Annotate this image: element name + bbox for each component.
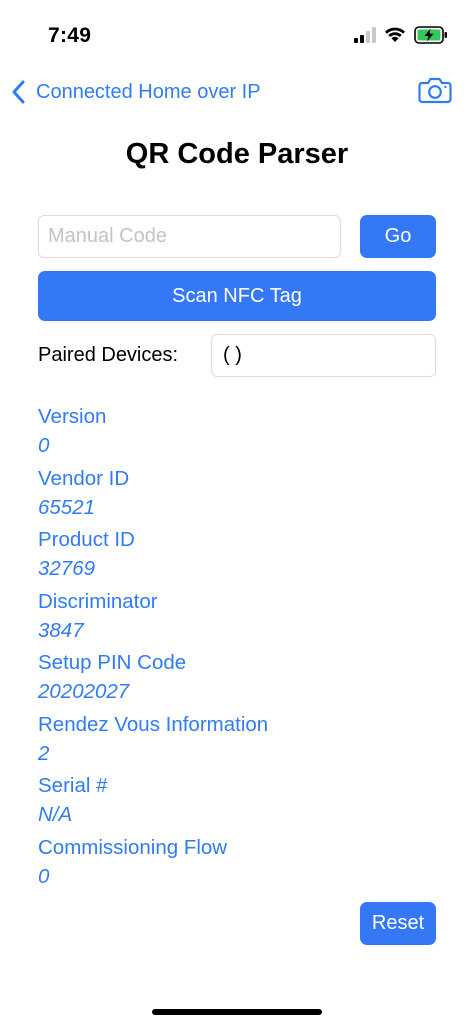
info-value: 0 xyxy=(38,434,50,457)
info-item-product-id: Product ID 32769 xyxy=(38,525,438,587)
wifi-icon xyxy=(385,27,405,42)
info-value: 32769 xyxy=(38,557,96,580)
info-label: Rendez Vous Information xyxy=(38,712,269,736)
camera-button[interactable] xyxy=(418,76,452,109)
info-item-commissioning-flow: Commissioning Flow 0 xyxy=(38,833,438,895)
go-button[interactable]: Go xyxy=(360,215,436,258)
status-icons xyxy=(354,26,450,47)
scan-nfc-button[interactable]: Scan NFC Tag xyxy=(38,271,436,321)
info-label: Product ID xyxy=(38,528,135,551)
info-item-vendor-id: Vendor ID 65521 xyxy=(38,464,438,526)
info-item-discriminator: Discriminator 3847 xyxy=(38,587,438,649)
page-title: QR Code Parser xyxy=(125,138,349,170)
paired-devices-field[interactable]: ( ) xyxy=(211,334,436,377)
status-time: 7:49 xyxy=(48,24,92,47)
info-value: N/A xyxy=(38,803,73,826)
info-list: Version 0 Vendor ID 65521 Product ID 327… xyxy=(38,402,438,894)
info-value: 20202027 xyxy=(38,680,130,703)
back-button-label: Connected Home over IP xyxy=(36,80,261,103)
info-item-setup-pin-code: Setup PIN Code 20202027 xyxy=(38,648,438,710)
info-value: 65521 xyxy=(38,495,96,519)
reset-button[interactable]: Reset xyxy=(360,902,436,945)
info-label: Version xyxy=(38,405,107,428)
camera-icon xyxy=(418,77,452,104)
info-item-rendez-vous-information: Rendez Vous Information 2 xyxy=(38,710,438,772)
info-label: Commissioning Flow xyxy=(38,835,228,859)
info-item-version: Version 0 xyxy=(38,402,438,464)
back-button[interactable]: Connected Home over IP xyxy=(10,76,261,108)
info-value: 3847 xyxy=(38,618,84,642)
signal-icon xyxy=(354,27,376,43)
info-item-serial-number: Serial # N/A xyxy=(38,771,438,833)
manual-code-input[interactable] xyxy=(38,215,341,258)
paired-devices-value: ( ) xyxy=(223,344,242,366)
info-label: Setup PIN Code xyxy=(38,651,187,674)
info-label: Serial # xyxy=(38,774,108,797)
info-value: 0 xyxy=(38,864,50,888)
info-label: Discriminator xyxy=(38,589,158,613)
screen: 7:49 Connected Home over IP QR Code Pars… xyxy=(0,0,474,1026)
paired-devices-label: Paired Devices: xyxy=(38,344,179,366)
back-chevron-icon xyxy=(12,80,25,104)
info-label: Vendor ID xyxy=(38,466,130,490)
home-indicator[interactable] xyxy=(152,1009,322,1015)
battery-charging-icon xyxy=(414,26,447,44)
info-value: 2 xyxy=(38,741,50,765)
